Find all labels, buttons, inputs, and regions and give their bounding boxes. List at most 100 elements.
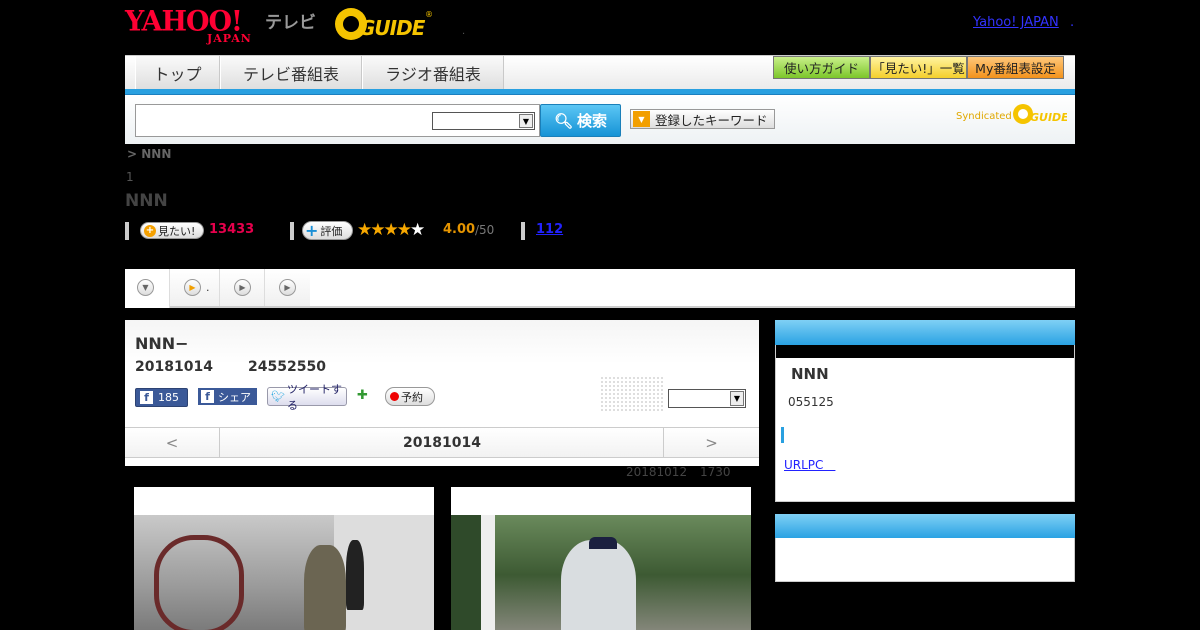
syndicated-label: Syndicated: [956, 111, 1012, 122]
program-select[interactable]: ▼: [668, 389, 746, 408]
updated-time: 1730: [700, 465, 731, 479]
plus-icon: +: [144, 224, 156, 237]
star-filled-icon: ★: [370, 220, 385, 240]
search-button-label: 検索: [577, 112, 608, 130]
thumbnail-banner: [481, 515, 495, 630]
search-icon: 🔍︎: [553, 111, 574, 130]
station-info-header: [775, 320, 1075, 345]
thumbnail-image: [134, 515, 434, 630]
my-schedule-settings-button[interactable]: My番組表設定: [967, 56, 1064, 79]
tab-item-2[interactable]: ▶: [220, 269, 265, 306]
tweet-label: ツイートする: [286, 382, 342, 412]
gguide-small-logo-icon: GUIDE: [1013, 104, 1067, 124]
rating-score: 4.00: [443, 222, 476, 237]
next-date-button[interactable]: >: [663, 428, 759, 457]
facebook-like-button[interactable]: f 185: [135, 388, 188, 407]
play-icon: ▶: [234, 279, 251, 296]
yahoo-japan-logo[interactable]: YAHOO! JAPAN: [125, 5, 263, 45]
play-icon: ▶: [279, 279, 296, 296]
thumbnail-bicycle: [154, 535, 244, 630]
search-category-select[interactable]: ▼: [432, 112, 535, 130]
thumbnail-figure: [561, 540, 636, 630]
mitai-button[interactable]: + 見たい!: [140, 222, 204, 239]
tab-selected[interactable]: ▼: [125, 269, 170, 308]
registered-keywords-label: 登録したキーワード: [655, 112, 768, 128]
date-navigation: < 20181014 >: [125, 427, 759, 458]
stat-divider: [290, 222, 294, 240]
reviews-count-link[interactable]: 112: [536, 222, 563, 237]
facebook-icon: f: [201, 390, 214, 403]
stat-divider: [521, 222, 525, 240]
tab-item-3[interactable]: ▶: [265, 269, 310, 306]
rating-max: /50: [475, 223, 495, 237]
star-filled-icon: ★: [383, 220, 399, 240]
mitai-list-button[interactable]: 「見たい!」一覧: [870, 56, 967, 79]
program-title: NNN−: [135, 334, 189, 353]
triangle-down-icon: ▼: [633, 111, 650, 127]
facebook-share-button[interactable]: f シェア: [198, 388, 257, 405]
gguide-small-logo-text: GUIDE: [1030, 111, 1067, 124]
tab-item-dot: .: [206, 281, 210, 294]
tab-item-1[interactable]: ▶ .: [170, 269, 220, 306]
twitter-bird-icon: 🐦︎: [271, 390, 285, 403]
program-thumbnail-1[interactable]: [134, 487, 434, 630]
search-button[interactable]: 🔍︎ 検索: [540, 104, 621, 137]
syndicated-gguide-logo: Syndicated GUIDE: [956, 103, 1071, 127]
gguide-reg-mark: ®: [425, 10, 433, 19]
chevron-down-icon: ▼: [519, 114, 533, 128]
page-title: NNN: [125, 191, 168, 211]
facebook-like-count: 185: [158, 391, 179, 404]
station-info-band: [776, 345, 1074, 358]
header-dot: .: [462, 26, 466, 37]
star-filled-icon: ★: [396, 220, 412, 240]
thumbnail-image: [451, 515, 751, 630]
plus-icon: +: [305, 221, 319, 240]
nav-tab-tv-listings[interactable]: テレビ番組表: [220, 56, 362, 90]
section-marker: [781, 427, 784, 443]
gguide-logo[interactable]: GUIDE ®: [335, 8, 435, 42]
gguide-logo-text: GUIDE: [359, 16, 425, 40]
stat-divider: [125, 222, 129, 240]
thumbnail-figure: [346, 540, 364, 610]
star-empty-icon: ★: [410, 220, 425, 240]
star-filled-icon: ★: [357, 220, 372, 240]
mixi-check-icon[interactable]: ✚: [357, 388, 375, 405]
dots-decoration: [600, 376, 665, 412]
reserve-button[interactable]: 予約: [385, 387, 435, 406]
prev-date-button[interactable]: <: [125, 428, 220, 457]
rate-label: 評価: [320, 224, 343, 238]
current-date: 20181014: [403, 434, 481, 451]
play-icon: ▶: [184, 279, 201, 296]
station-name: NNN: [791, 365, 829, 383]
tweet-button[interactable]: 🐦︎ ツイートする: [267, 383, 347, 412]
page-number: 1: [126, 170, 134, 184]
facebook-icon: f: [140, 391, 153, 404]
mitai-count: 13433: [209, 222, 255, 237]
thumbnail-figure: [304, 545, 346, 630]
yahoo-japan-link[interactable]: Yahoo! JAPAN: [973, 15, 1059, 30]
program-thumbnail-2[interactable]: [451, 487, 751, 630]
rating-stars: ★★★★★: [357, 220, 425, 240]
breadcrumb[interactable]: > NNN: [127, 147, 171, 161]
registered-keywords-button[interactable]: ▼ 登録したキーワード: [630, 109, 775, 129]
nav-tab-radio-listings[interactable]: ラジオ番組表: [362, 56, 504, 90]
record-icon: [390, 392, 399, 401]
station-url-link[interactable]: URLPC: [784, 456, 835, 473]
facebook-share-label: シェア: [218, 390, 251, 404]
thumbnail-cap: [589, 537, 617, 549]
page: YAHOO! JAPAN テレビ GUIDE ® . Yahoo! JAPAN …: [0, 0, 1200, 630]
yahoo-logo-sub: JAPAN: [207, 32, 252, 45]
program-date: 20181014: [135, 359, 213, 375]
content-tabbar: ▼ ▶ . ▶ ▶: [125, 269, 1075, 308]
tv-logo-label[interactable]: テレビ: [265, 8, 316, 33]
sidebar-box-2-header: [775, 514, 1075, 538]
reserve-label: 予約: [401, 390, 423, 404]
updated-date: 20181012: [626, 465, 688, 479]
rate-button[interactable]: + 評価: [302, 221, 353, 240]
program-time: 24552550: [248, 359, 326, 375]
nav-tab-top[interactable]: トップ: [135, 56, 220, 90]
header-link-dot: .: [1070, 15, 1075, 30]
chevron-down-icon: ▼: [137, 279, 154, 296]
usage-guide-button[interactable]: 使い方ガイド: [773, 56, 870, 79]
mitai-label: 見たい!: [158, 224, 196, 238]
